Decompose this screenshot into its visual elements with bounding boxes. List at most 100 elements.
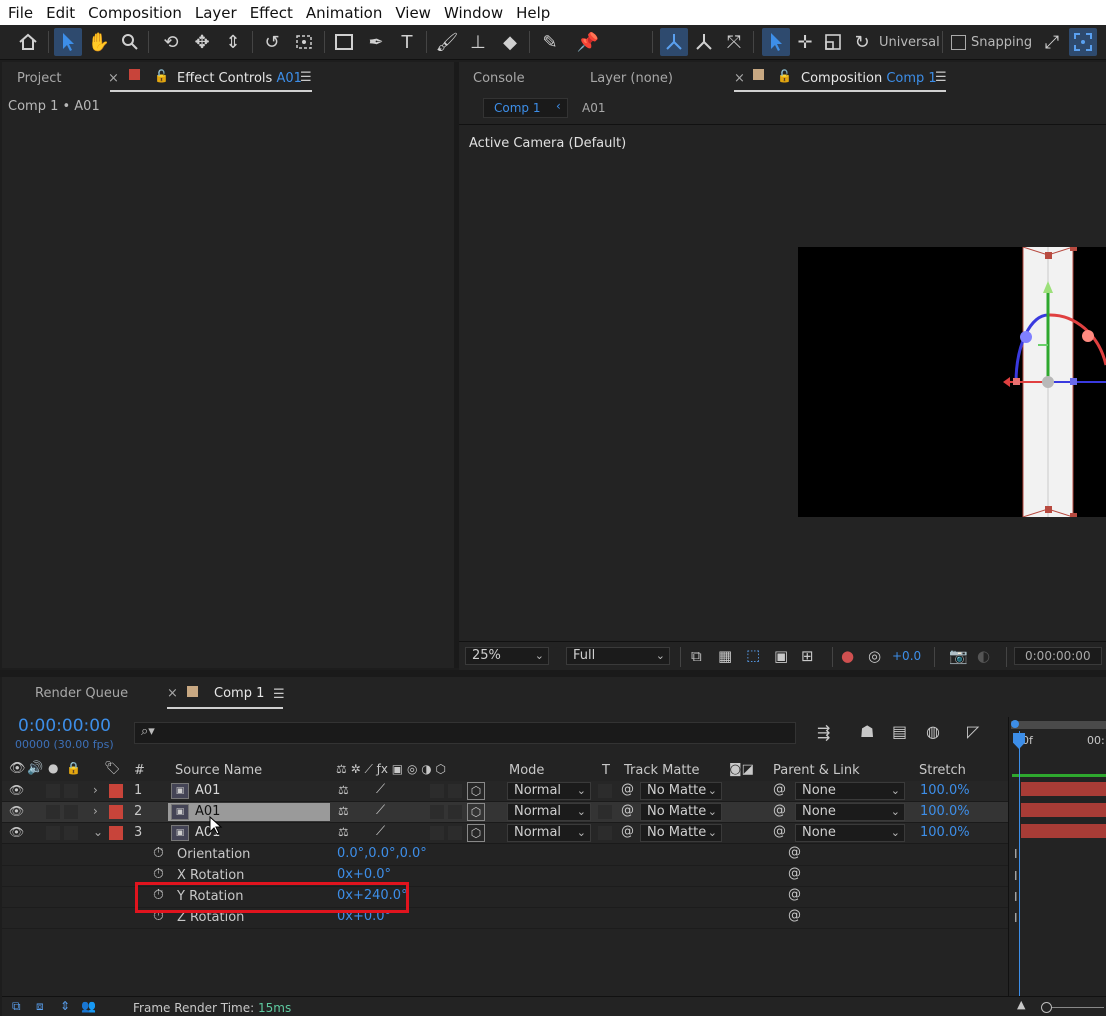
layer-bar-2[interactable] xyxy=(1021,803,1106,817)
snapping-checkbox[interactable] xyxy=(951,35,966,50)
chevron-down-icon[interactable]: ⌄ xyxy=(93,825,103,839)
universal-label[interactable]: Universal xyxy=(879,35,940,50)
tab-composition[interactable]: Composition Comp 1 xyxy=(801,71,937,86)
zoom-out-icon[interactable]: ▲ xyxy=(1017,998,1025,1011)
solo-toggle[interactable] xyxy=(46,784,60,798)
menu-window[interactable]: Window xyxy=(444,4,503,22)
video-toggle-icon[interactable]: 👁 xyxy=(9,761,26,776)
roto-brush-icon[interactable]: ✎ xyxy=(536,28,564,56)
composition-viewer[interactable]: Active Camera (Default) xyxy=(459,125,1106,641)
world-axis-icon[interactable] xyxy=(690,28,718,56)
clone-stamp-icon[interactable]: ⊥ xyxy=(464,28,492,56)
menu-file[interactable]: File xyxy=(8,4,33,22)
channels-icon[interactable]: ● xyxy=(841,647,854,665)
panel-menu-icon[interactable]: ☰ xyxy=(935,70,947,85)
chevron-right-icon[interactable]: › xyxy=(93,783,98,797)
rectangle-tool-icon[interactable] xyxy=(330,28,358,56)
mask-visibility-icon[interactable]: ⬚ xyxy=(746,646,760,664)
hand-tool-icon[interactable]: ✋ xyxy=(85,28,113,56)
parent-dropdown[interactable]: None ⌄ xyxy=(795,782,905,800)
pan-camera-icon[interactable]: ✥ xyxy=(188,28,216,56)
eye-icon[interactable]: 👁 xyxy=(9,783,24,797)
puppet-pin-icon[interactable]: 📌 xyxy=(574,28,602,56)
region-of-interest-icon[interactable]: ▣ xyxy=(774,647,788,665)
comp-canvas[interactable] xyxy=(798,247,1106,517)
layer-row[interactable]: 👁 › 1 ▣ A01 ⚖ ⟋ ⬡ Normal ⌄ @ No Matte ⌄ @ … xyxy=(2,781,1010,802)
menu-animation[interactable]: Animation xyxy=(306,4,382,22)
focus-frame-icon[interactable] xyxy=(1069,28,1097,56)
menu-help[interactable]: Help xyxy=(516,4,550,22)
zoom-slider-thumb[interactable] xyxy=(1041,1002,1052,1013)
work-area-start-handle[interactable] xyxy=(1011,720,1019,728)
parent-pickwhip-icon[interactable]: @ xyxy=(773,782,786,797)
quality-switch-icon[interactable]: ⟋ xyxy=(376,824,385,839)
menu-view[interactable]: View xyxy=(395,4,431,22)
eye-icon[interactable]: 👁 xyxy=(9,825,24,839)
label-color-swatch[interactable] xyxy=(109,784,123,798)
3d-layer-switch-icon[interactable]: ⬡ xyxy=(467,824,485,842)
transfer-controls-toggle-icon[interactable]: ⧈ xyxy=(36,999,44,1014)
tab-render-queue[interactable]: Render Queue xyxy=(35,686,128,701)
motion-blur-icon[interactable]: ◍ xyxy=(926,722,940,741)
mode-dropdown[interactable]: Normal ⌄ xyxy=(507,824,591,842)
stretch-value[interactable]: 100.0% xyxy=(920,804,970,819)
tab-project[interactable]: Project xyxy=(17,71,61,86)
parent-dropdown[interactable]: None ⌄ xyxy=(795,824,905,842)
3d-layer-switch-icon[interactable]: ⬡ xyxy=(467,782,485,800)
label-color-swatch[interactable] xyxy=(109,826,123,840)
property-value[interactable]: 0x+0.0° xyxy=(337,867,391,882)
track-matte-dropdown[interactable]: No Matte ⌄ xyxy=(640,824,722,842)
lock-toggle-icon[interactable]: 🔒 xyxy=(66,761,81,775)
in-out-toggle-icon[interactable]: ⇕ xyxy=(60,999,70,1013)
frame-blending-icon[interactable]: ▤ xyxy=(892,722,907,741)
time-ruler-area[interactable]: 0f 00:1 I I I I xyxy=(1008,717,1106,1016)
motion-blur-switch[interactable] xyxy=(448,784,462,798)
keyframe-nav-icon[interactable]: I xyxy=(1014,847,1018,861)
lock-toggle[interactable] xyxy=(64,826,78,840)
tab-console[interactable]: Console xyxy=(473,71,525,86)
preserve-transparency-toggle[interactable] xyxy=(598,826,612,840)
menu-layer[interactable]: Layer xyxy=(195,4,237,22)
shy-switch-icon[interactable]: ⚖ xyxy=(338,783,349,797)
property-value[interactable]: 0.0°,0.0°,0.0° xyxy=(337,846,427,861)
stretch-value[interactable]: 100.0% xyxy=(920,783,970,798)
layer-bar-1[interactable] xyxy=(1021,782,1106,796)
quality-switch-icon[interactable]: ⟋ xyxy=(376,782,385,797)
stopwatch-icon[interactable]: ⏱ xyxy=(153,866,164,882)
graph-editor-icon[interactable]: ◸ xyxy=(967,722,979,741)
composition-mini-flowchart-icon[interactable]: ⇶ xyxy=(817,723,830,742)
pickwhip-icon[interactable]: @ xyxy=(621,803,634,818)
rotation-tool-icon[interactable]: ↺ xyxy=(258,28,286,56)
panel-menu-icon[interactable]: ☰ xyxy=(300,70,312,85)
transparency-grid-icon[interactable]: ▦ xyxy=(718,647,732,665)
mode-dropdown[interactable]: Normal ⌄ xyxy=(507,782,591,800)
lock-icon[interactable]: 🔓 xyxy=(154,69,169,83)
panel-menu-icon[interactable]: ☰ xyxy=(273,687,285,702)
shy-layers-icon[interactable]: ☗ xyxy=(860,722,874,741)
local-axis-icon[interactable] xyxy=(660,28,688,56)
layer-name-field[interactable]: ▣ A01 xyxy=(168,803,330,821)
track-matte-dropdown[interactable]: No Matte ⌄ xyxy=(640,782,722,800)
3d-layer-switch-icon[interactable]: ⬡ xyxy=(467,803,485,821)
expression-pickwhip-icon[interactable]: @ xyxy=(788,866,801,881)
expression-pickwhip-icon[interactable]: @ xyxy=(788,908,801,923)
brush-tool-icon[interactable]: 🖌 xyxy=(433,28,461,56)
eye-icon[interactable]: 👁 xyxy=(9,804,24,818)
orbit-camera-icon[interactable]: ⟲ xyxy=(157,28,185,56)
shy-switch-icon[interactable]: ⚖ xyxy=(338,804,349,818)
lock-icon[interactable]: 🔓 xyxy=(777,69,792,83)
timeline-search-input[interactable]: ⌕▾ xyxy=(134,722,796,744)
parent-pickwhip-icon[interactable]: @ xyxy=(773,803,786,818)
parent-dropdown[interactable]: None ⌄ xyxy=(795,803,905,821)
current-time-field[interactable]: 0:00:00:00 xyxy=(1014,647,1102,665)
snapshot-icon[interactable]: 📷 xyxy=(949,647,968,665)
preserve-transparency-toggle[interactable] xyxy=(598,784,612,798)
resolution-dropdown[interactable]: Full ⌄ xyxy=(566,647,670,665)
label-color-swatch[interactable] xyxy=(109,805,123,819)
home-icon[interactable] xyxy=(14,28,42,56)
layer-switches-toggle-icon[interactable]: ⧉ xyxy=(12,999,21,1014)
close-tab-icon[interactable]: × xyxy=(167,686,178,701)
preserve-transparency-toggle[interactable] xyxy=(598,805,612,819)
3d-selection-icon[interactable] xyxy=(762,28,790,56)
subtab-comp[interactable]: Comp 1 ‹ xyxy=(483,98,568,118)
